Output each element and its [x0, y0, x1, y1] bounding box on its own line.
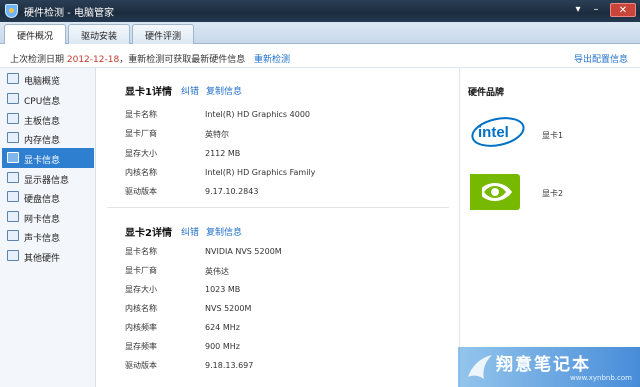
gpu2-correct-link[interactable]: 纠错	[181, 225, 199, 238]
bird-icon	[468, 355, 492, 379]
gpu2-row-value: 英伟达	[205, 267, 229, 276]
section-divider	[107, 207, 449, 208]
tab-hardware-benchmark[interactable]: 硬件评测	[132, 24, 194, 44]
watermark: 翔意笔记本 www.xynbnb.com	[458, 347, 640, 387]
gpu1-row-label: 显卡厂商	[125, 129, 157, 138]
intel-logo-text: intel	[478, 124, 509, 141]
gpu1-correct-link[interactable]: 纠错	[181, 84, 199, 97]
sidebar-item-motherboard[interactable]: 主板信息	[2, 109, 94, 129]
export-config-link[interactable]: 导出配置信息	[574, 52, 628, 65]
gpu1-row-value: 2112 MB	[205, 149, 241, 158]
gpu1-row-value: 英特尔	[205, 130, 229, 139]
last-check-prefix: 上次检测日期	[10, 55, 67, 65]
info-bar: 上次检测日期 2012-12-18，重新检测可获取最新硬件信息 重新检测 导出配…	[0, 44, 640, 68]
sidebar: 电脑概览 CPU信息 主板信息 内存信息 显卡信息 显示器信息 硬盘信息 网卡信…	[0, 68, 96, 387]
memory-icon	[7, 132, 19, 143]
brand-panel: 硬件品牌 intel 显卡1 显卡2	[459, 68, 640, 387]
gpu2-copy-link[interactable]: 复制信息	[206, 225, 242, 238]
gpu1-row-value: 9.17.10.2843	[205, 187, 259, 196]
sidebar-item-label: 显卡信息	[24, 156, 61, 166]
sound-card-icon	[7, 230, 19, 241]
sidebar-item-label: 显示器信息	[24, 176, 70, 186]
sidebar-item-graphics-card[interactable]: 显卡信息	[2, 148, 94, 168]
tab-bar: 硬件概况 驱动安装 硬件评测	[0, 22, 640, 45]
tab-driver-install[interactable]: 驱动安装	[68, 24, 130, 44]
sidebar-item-label: 主板信息	[24, 117, 61, 127]
last-check-text: 上次检测日期 2012-12-18，重新检测可获取最新硬件信息	[10, 52, 245, 65]
gpu2-row-label: 驱动版本	[125, 361, 157, 370]
gpu1-row-value: Intel(R) HD Graphics Family	[205, 168, 316, 177]
gpu1-row-label: 显存大小	[125, 149, 157, 158]
gpu2-row-label: 显存频率	[125, 342, 157, 351]
computer-icon	[7, 73, 19, 84]
cpu-icon	[7, 93, 19, 104]
gpu1-row-label: 驱动版本	[125, 187, 157, 196]
sidebar-item-label: 内存信息	[24, 136, 61, 146]
gpu2-row-value: NVIDIA NVS 5200M	[205, 247, 282, 256]
gpu2-row-label: 内核名称	[125, 304, 157, 313]
app-shield-icon	[5, 4, 18, 18]
watermark-text: 翔意笔记本	[496, 355, 591, 375]
minimize-icon[interactable]: –	[588, 3, 604, 17]
sidebar-item-label: 硬盘信息	[24, 195, 61, 205]
network-card-icon	[7, 211, 19, 222]
sidebar-item-monitor[interactable]: 显示器信息	[2, 168, 94, 188]
nvidia-logo	[470, 174, 520, 210]
sidebar-item-label: CPU信息	[24, 97, 61, 107]
gpu2-row-value: NVS 5200M	[205, 304, 252, 313]
gpu1-row-value: Intel(R) HD Graphics 4000	[205, 110, 311, 119]
gpu2-row-value: 900 MHz	[205, 342, 240, 351]
watermark-url: www.xynbnb.com	[570, 374, 632, 382]
sidebar-item-label: 其他硬件	[24, 254, 61, 264]
window-title: 硬件检测 - 电脑管家	[24, 8, 114, 19]
main-panel: 显卡1详情 纠错 复制信息 显卡名称 Intel(R) HD Graphics …	[97, 68, 459, 387]
gpu2-row-label: 显存大小	[125, 285, 157, 294]
brand-label-gpu2: 显卡2	[542, 189, 564, 198]
last-check-suffix: ，重新检测可获取最新硬件信息	[119, 55, 246, 65]
sidebar-item-other-hardware[interactable]: 其他硬件	[2, 246, 94, 266]
gpu1-row-label: 内核名称	[125, 168, 157, 177]
sidebar-item-computer-overview[interactable]: 电脑概览	[2, 69, 94, 89]
gpu2-row-label: 显卡名称	[125, 247, 157, 256]
brand-panel-title: 硬件品牌	[468, 88, 505, 98]
sidebar-item-sound-card[interactable]: 声卡信息	[2, 226, 94, 246]
gpu1-row-label: 显卡名称	[125, 110, 157, 119]
sidebar-item-label: 网卡信息	[24, 215, 61, 225]
gpu2-row-value: 1023 MB	[205, 285, 241, 294]
sidebar-item-network-card[interactable]: 网卡信息	[2, 207, 94, 227]
last-check-date: 2012-12-18	[66, 55, 120, 65]
recheck-link[interactable]: 重新检测	[254, 52, 290, 65]
intel-logo: intel	[471, 117, 525, 147]
gpu1-title: 显卡1详情	[125, 87, 172, 98]
sidebar-item-hard-disk[interactable]: 硬盘信息	[2, 187, 94, 207]
menu-icon[interactable]: ▾	[570, 3, 586, 17]
tab-hardware-overview[interactable]: 硬件概况	[4, 24, 66, 45]
sidebar-item-memory[interactable]: 内存信息	[2, 128, 94, 148]
sidebar-item-cpu[interactable]: CPU信息	[2, 89, 94, 109]
gpu2-row-label: 内核频率	[125, 323, 157, 332]
gpu2-title: 显卡2详情	[125, 228, 172, 239]
brand-label-gpu1: 显卡1	[542, 131, 564, 140]
monitor-icon	[7, 172, 19, 183]
sidebar-item-label: 声卡信息	[24, 234, 61, 244]
motherboard-icon	[7, 113, 19, 124]
gpu2-row-label: 显卡厂商	[125, 266, 157, 275]
graphics-card-icon	[7, 152, 19, 163]
gpu2-row-value: 624 MHz	[205, 323, 240, 332]
gpu2-row-value: 9.18.13.697	[205, 361, 254, 370]
hard-disk-icon	[7, 191, 19, 202]
other-hardware-icon	[7, 250, 19, 261]
close-icon[interactable]: ✕	[610, 3, 636, 17]
gpu1-copy-link[interactable]: 复制信息	[206, 84, 242, 97]
sidebar-item-label: 电脑概览	[24, 77, 61, 87]
title-bar: 硬件检测 - 电脑管家 ▾ – ✕	[0, 0, 640, 22]
